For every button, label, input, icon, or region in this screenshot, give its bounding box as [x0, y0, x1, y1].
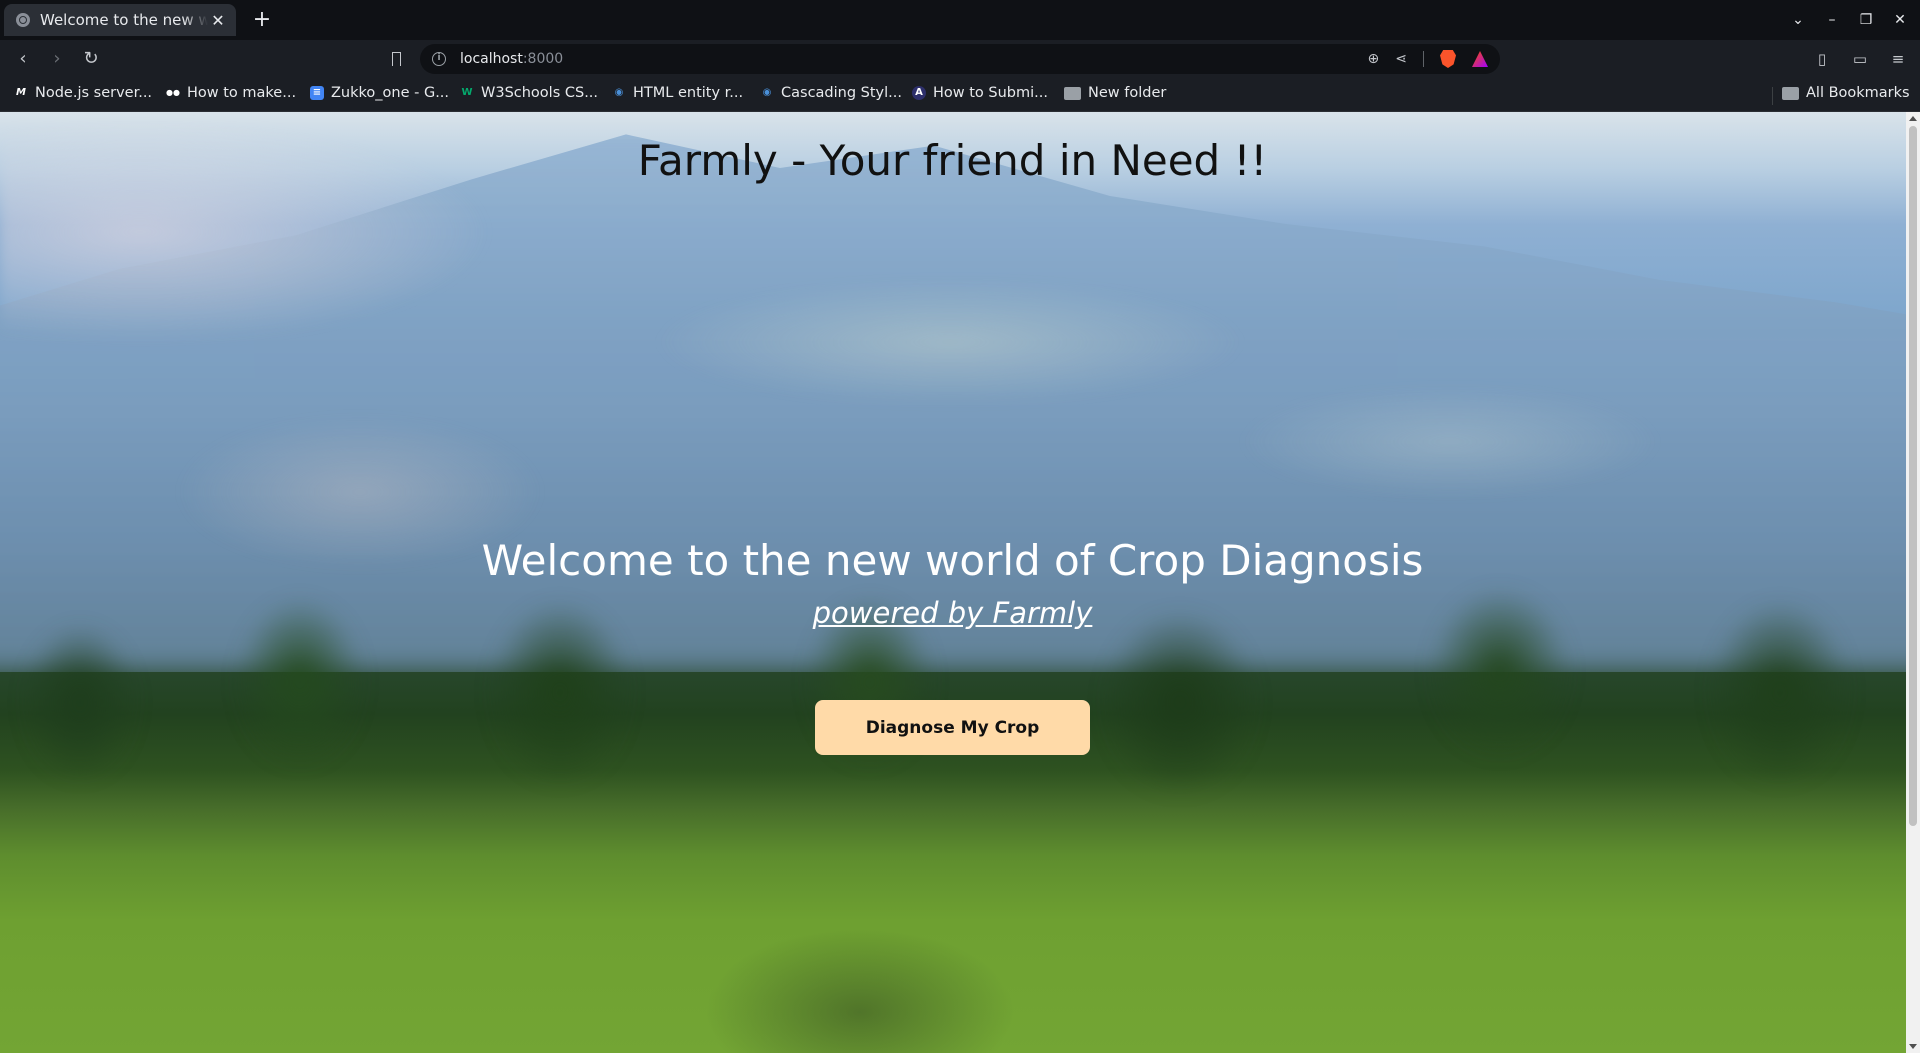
- tab-strip: Welcome to the new world of Crop Diagnos…: [0, 0, 1920, 40]
- close-window-icon[interactable]: ✕: [1892, 12, 1908, 28]
- globe-icon: [16, 13, 30, 27]
- divider: [1423, 51, 1424, 67]
- scrollbar-thumb[interactable]: [1909, 126, 1917, 826]
- bookmark-label: How to make...: [187, 85, 297, 101]
- bookmarks-bar: M Node.js server... ●● How to make... ≡ …: [0, 78, 1920, 112]
- hero-heading: Welcome to the new world of Crop Diagnos…: [481, 536, 1424, 585]
- menu-icon[interactable]: ≡: [1888, 46, 1908, 72]
- mdn-icon: ◉: [762, 87, 772, 98]
- bookmark-item[interactable]: ≡ Zukko_one - G...: [310, 85, 449, 101]
- bookmark-label: W3Schools CS...: [481, 85, 599, 101]
- share-icon[interactable]: ⋖: [1395, 51, 1407, 67]
- scroll-down-icon[interactable]: [1909, 1044, 1917, 1049]
- hero-subheading: powered by Farmly: [812, 596, 1093, 630]
- bookmark-label: New folder: [1088, 85, 1167, 101]
- bookmark-page-icon[interactable]: [386, 46, 408, 72]
- bookmark-item[interactable]: ◉ HTML entity r...: [612, 85, 744, 101]
- bookmark-label: Cascading Styl...: [781, 85, 902, 101]
- tab-list-dropdown-icon[interactable]: ⌄: [1790, 12, 1806, 28]
- bookmark-label: How to Submi...: [933, 85, 1048, 101]
- window-controls: ⌄ – ❐ ✕: [1790, 0, 1908, 40]
- folder-icon: [1782, 86, 1799, 100]
- minimize-icon[interactable]: –: [1824, 12, 1840, 28]
- site-info-icon[interactable]: i: [432, 52, 446, 66]
- scroll-up-icon[interactable]: [1909, 116, 1917, 121]
- scrollbar[interactable]: [1906, 112, 1920, 1053]
- folder-icon: [1064, 86, 1081, 100]
- brand-title: Farmly - Your friend in Need !!: [637, 136, 1268, 185]
- diagnose-crop-button[interactable]: Diagnose My Crop: [815, 700, 1090, 755]
- brave-rewards-icon[interactable]: [1472, 51, 1488, 67]
- bookmark-item[interactable]: W W3Schools CS...: [460, 85, 598, 101]
- new-tab-button[interactable]: +: [250, 6, 274, 34]
- zoom-icon[interactable]: ⊕: [1368, 51, 1380, 67]
- bookmark-item[interactable]: M Node.js server...: [14, 85, 152, 101]
- address-bar[interactable]: i localhost:8000 ⊕ ⋖: [420, 44, 1500, 74]
- active-tab[interactable]: Welcome to the new world of Crop Diagnos…: [4, 4, 236, 36]
- bookmark-item[interactable]: ●● How to make...: [166, 85, 296, 101]
- url-port: :8000: [522, 51, 564, 67]
- bookmark-label: HTML entity r...: [633, 85, 744, 101]
- page-viewport: Farmly - Your friend in Need !! Welcome …: [0, 112, 1920, 1053]
- browser-toolbar: ‹ › ↻ i localhost:8000 ⊕ ⋖ ▯ ▭ ≡: [0, 40, 1920, 78]
- bookmark-folder[interactable]: New folder: [1064, 85, 1166, 101]
- restore-icon[interactable]: ❐: [1858, 12, 1874, 28]
- sidebar-icon[interactable]: ▯: [1812, 46, 1832, 72]
- w3schools-icon: W: [461, 87, 473, 98]
- brave-shields-icon[interactable]: [1440, 50, 1456, 68]
- all-bookmarks-label: All Bookmarks: [1806, 85, 1910, 101]
- back-button[interactable]: ‹: [10, 46, 36, 72]
- mdn-icon: ◉: [614, 87, 624, 98]
- all-bookmarks-button[interactable]: All Bookmarks: [1782, 85, 1910, 101]
- forward-button[interactable]: ›: [44, 46, 70, 72]
- medium-logo-icon: ●●: [166, 88, 180, 97]
- angular-icon: A: [912, 86, 926, 100]
- toolbar-right-actions: ▯ ▭ ≡: [1812, 46, 1908, 72]
- address-bar-actions: ⊕ ⋖: [1368, 50, 1488, 68]
- reload-button[interactable]: ↻: [78, 46, 104, 72]
- medium-icon: M: [16, 87, 26, 98]
- tab-close-icon[interactable]: ✕: [208, 11, 228, 30]
- url-host: localhost: [460, 51, 523, 67]
- wallet-icon[interactable]: ▭: [1850, 46, 1870, 72]
- google-docs-icon: ≡: [310, 86, 324, 100]
- divider: [1772, 87, 1773, 105]
- tab-title: Welcome to the new world of Crop Diagnos…: [40, 11, 208, 29]
- bookmark-label: Node.js server...: [35, 85, 153, 101]
- bookmark-item[interactable]: ◉ Cascading Styl...: [760, 85, 902, 101]
- bookmark-item[interactable]: A How to Submi...: [912, 85, 1048, 101]
- bookmark-label: Zukko_one - G...: [331, 85, 450, 101]
